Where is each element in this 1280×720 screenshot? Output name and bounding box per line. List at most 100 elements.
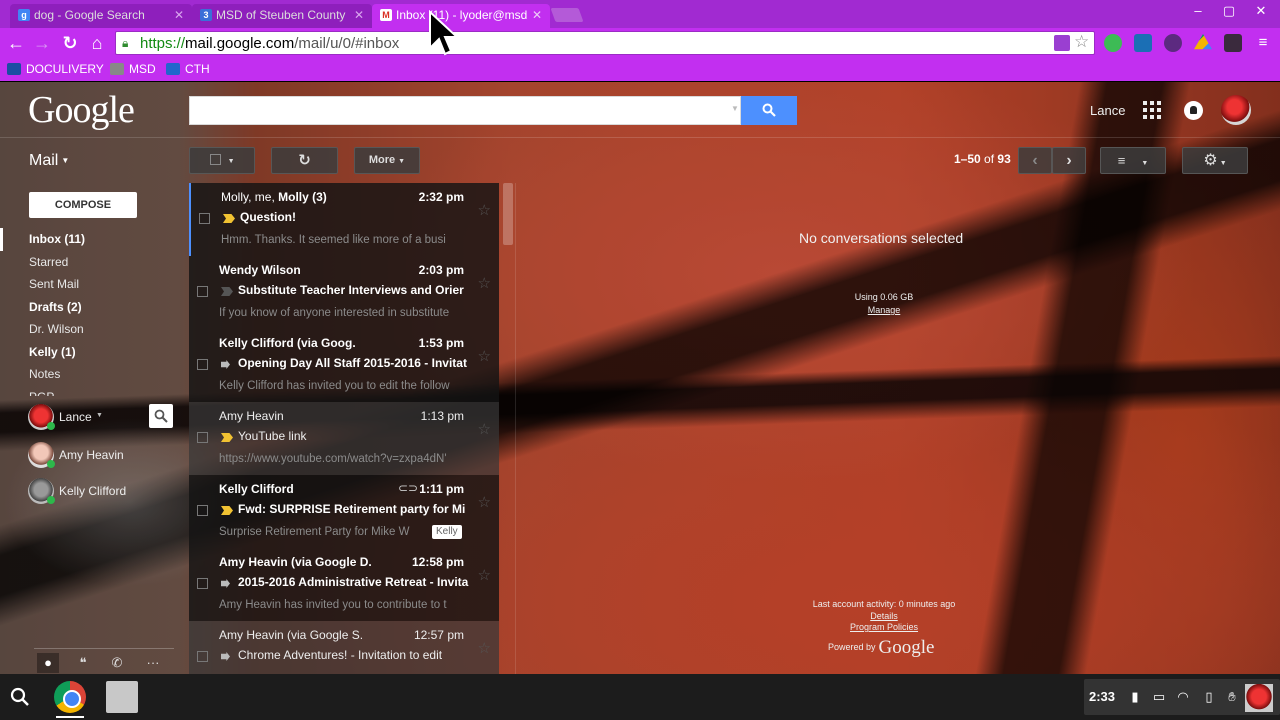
sidebar-item-sent-mail[interactable]: Sent Mail: [0, 273, 188, 296]
settings-button[interactable]: ⚙ ▼: [1182, 147, 1248, 174]
pane-divider[interactable]: [515, 183, 516, 674]
search-options-icon[interactable]: ▼: [731, 104, 739, 113]
google-logo[interactable]: Google: [28, 88, 135, 132]
star-icon[interactable]: ☆: [478, 420, 491, 438]
sidebar-item-notes[interactable]: Notes: [0, 363, 188, 386]
message-snippet: Surprise Retirement Party for Mike W: [219, 526, 410, 538]
search-button[interactable]: [741, 96, 797, 125]
star-icon[interactable]: ☆: [478, 201, 491, 219]
list-item[interactable]: Kelly Clifford (via Goog. 1:53 pm Openin…: [189, 329, 499, 402]
maximize-icon[interactable]: ▢: [1217, 3, 1241, 19]
chat-contact-amy-heavin[interactable]: Amy Heavin: [0, 440, 188, 470]
important-marker-icon[interactable]: [221, 506, 233, 515]
phone-icon[interactable]: ✆: [106, 653, 128, 673]
star-icon[interactable]: ☆: [478, 274, 491, 292]
back-arrow-icon[interactable]: ←: [5, 32, 27, 54]
chat-contact-kelly-clifford[interactable]: Kelly Clifford: [0, 476, 188, 506]
home-icon[interactable]: ⌂: [86, 32, 108, 54]
refresh-button[interactable]: ↻: [271, 147, 338, 174]
more-options-icon[interactable]: ···: [142, 653, 164, 673]
extension-puzzle-icon[interactable]: [1054, 35, 1070, 51]
google-drive-icon[interactable]: [1194, 34, 1212, 50]
close-window-icon[interactable]: ✕: [1249, 3, 1273, 19]
extension-green-icon[interactable]: [1104, 34, 1122, 52]
person-icon[interactable]: ●: [37, 653, 59, 673]
tab-google-search[interactable]: g dog - Google Search ✕: [10, 4, 192, 28]
sidebar-item-kelly[interactable]: Kelly (1): [0, 341, 188, 364]
important-marker-icon[interactable]: [221, 433, 233, 442]
list-item[interactable]: Amy Heavin 1:13 pm YouTube link https://…: [189, 402, 499, 475]
star-icon[interactable]: ☆: [478, 493, 491, 511]
star-icon[interactable]: ☆: [478, 566, 491, 584]
message-subject: 2015-2016 Administrative Retreat - Invit…: [238, 575, 469, 589]
bookmark-msd[interactable]: MSD: [110, 62, 156, 76]
tab-gmail-inbox[interactable]: M Inbox (11) - lyoder@msd ✕: [372, 4, 550, 28]
avatar[interactable]: [1221, 95, 1251, 125]
clock[interactable]: 2:33: [1089, 689, 1115, 704]
mail-label-text: Mail: [29, 152, 59, 169]
important-marker-icon[interactable]: [223, 214, 235, 223]
bookmark-doculivery[interactable]: DOCULIVERY: [7, 62, 104, 76]
list-item[interactable]: Amy Heavin (via Google D. 12:58 pm 2015-…: [189, 548, 499, 621]
message-checkbox[interactable]: [197, 432, 208, 443]
bookmark-cth[interactable]: CTH: [166, 62, 210, 76]
battery-icon: ▯: [1205, 689, 1213, 704]
list-item[interactable]: Amy Heavin (via Google S. 12:57 pm Chrom…: [189, 621, 499, 674]
star-icon[interactable]: ☆: [478, 639, 491, 657]
mail-switcher[interactable]: Mail ▼: [29, 152, 69, 170]
forward-arrow-icon[interactable]: →: [31, 32, 53, 54]
notifications-bell-icon[interactable]: [1184, 101, 1203, 120]
message-checkbox[interactable]: [197, 505, 208, 516]
details-link[interactable]: Details: [800, 611, 968, 623]
apps-grid-icon[interactable]: [1143, 101, 1161, 119]
message-snippet: If you know of anyone interested in subs…: [219, 307, 450, 319]
extension-circle-icon[interactable]: [1164, 34, 1182, 52]
bookmark-star-icon[interactable]: ☆: [1074, 32, 1089, 52]
message-checkbox[interactable]: [197, 651, 208, 662]
message-checkbox[interactable]: [197, 578, 208, 589]
hangouts-icon[interactable]: ❝: [72, 653, 94, 673]
chat-self-status[interactable]: Lance ▼: [0, 402, 188, 432]
new-tab-button[interactable]: [550, 8, 584, 22]
star-icon[interactable]: ☆: [478, 347, 491, 365]
sidebar-item-drafts[interactable]: Drafts (2): [0, 296, 188, 319]
menu-icon[interactable]: ≡: [1252, 32, 1274, 54]
chat-search-button[interactable]: [149, 404, 173, 428]
avatar[interactable]: [1245, 684, 1273, 712]
search-input[interactable]: [189, 96, 741, 125]
sidebar-item-inbox[interactable]: Inbox (11): [0, 228, 188, 251]
close-icon[interactable]: ✕: [354, 4, 364, 26]
list-item[interactable]: Kelly Clifford ⊂⊃ 1:11 pm Fwd: SURPRISE …: [189, 475, 499, 548]
program-policies-link[interactable]: Program Policies: [800, 622, 968, 634]
sidebar-item-starred[interactable]: Starred: [0, 251, 188, 274]
message-checkbox[interactable]: [197, 359, 208, 370]
extension-dark-icon[interactable]: [1224, 34, 1242, 52]
sidebar-item-dr-wilson[interactable]: Dr. Wilson: [0, 318, 188, 341]
tree-app-icon[interactable]: [106, 681, 138, 713]
split-pane-toggle-button[interactable]: ≡ ▼: [1100, 147, 1166, 174]
reload-icon[interactable]: ↻: [59, 32, 81, 54]
address-bar[interactable]: 🔒︎ https://mail.google.com/mail/u/0/#inb…: [115, 31, 1095, 55]
minimize-icon[interactable]: –: [1186, 3, 1210, 18]
label-tag[interactable]: Kelly: [432, 525, 462, 539]
message-list-scrollbar[interactable]: [503, 183, 513, 245]
message-checkbox[interactable]: [197, 286, 208, 297]
close-icon[interactable]: ✕: [532, 4, 542, 26]
tab-msd-steuben[interactable]: 3 MSD of Steuben County ✕: [192, 4, 372, 28]
message-checkbox[interactable]: [199, 213, 210, 224]
list-item[interactable]: Molly, me, Molly (3) 2:32 pm Question! H…: [189, 183, 499, 256]
launcher-search-icon[interactable]: [8, 685, 32, 709]
chrome-browser-icon[interactable]: [54, 681, 86, 713]
select-checkbox-button[interactable]: ▼: [189, 147, 255, 174]
older-button[interactable]: ›: [1052, 147, 1086, 174]
newer-button[interactable]: ‹: [1018, 147, 1052, 174]
list-item[interactable]: Wendy Wilson 2:03 pm Substitute Teacher …: [189, 256, 499, 329]
sidebar-item-pgp[interactable]: PGP: [0, 386, 188, 397]
extension-s-icon[interactable]: [1134, 34, 1152, 52]
close-icon[interactable]: ✕: [174, 4, 184, 26]
compose-button[interactable]: COMPOSE: [29, 192, 137, 218]
more-button[interactable]: More ▼: [354, 147, 420, 174]
important-marker-icon[interactable]: [221, 287, 233, 296]
manage-storage-link[interactable]: Manage: [840, 305, 928, 315]
user-name-link[interactable]: Lance: [1090, 103, 1125, 118]
